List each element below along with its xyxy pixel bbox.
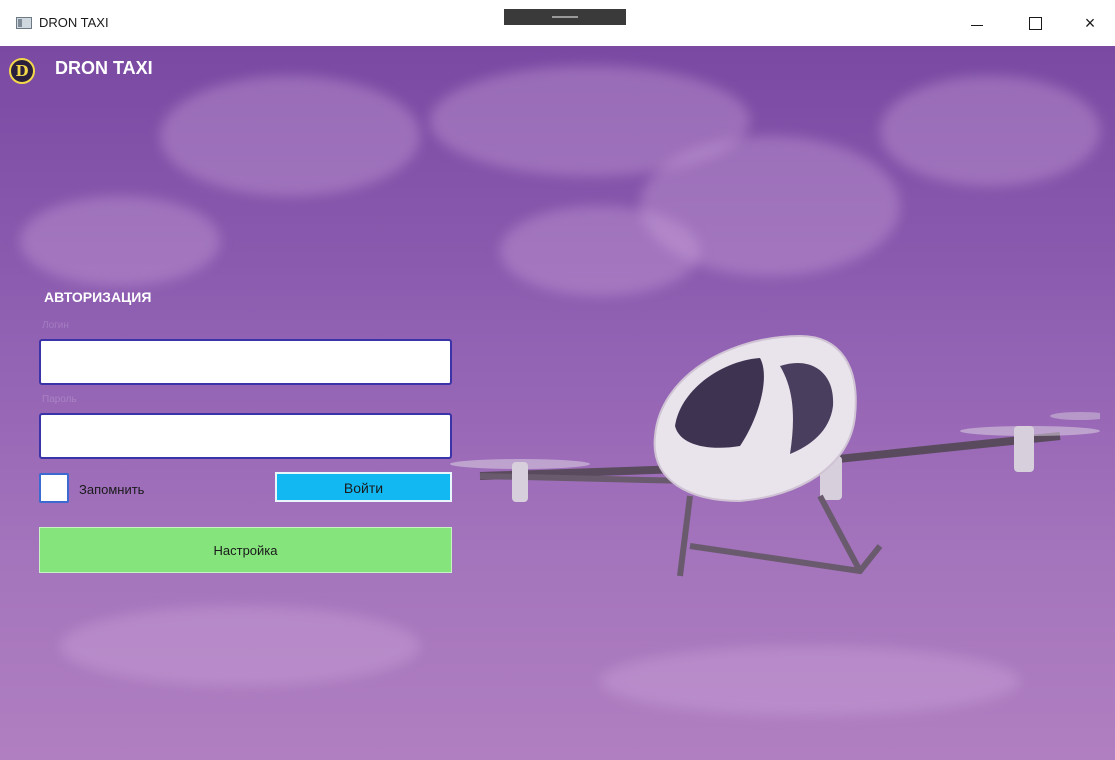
app-window: DRON TAXI × D DRON TAXI АВТОРИЗАЦИЯ Логи… bbox=[0, 0, 1115, 760]
cloud bbox=[160, 76, 420, 196]
close-icon: × bbox=[1084, 12, 1096, 33]
app-window-icon bbox=[16, 17, 32, 29]
password-input[interactable] bbox=[39, 413, 452, 459]
minimize-button[interactable] bbox=[954, 0, 1000, 46]
settings-button[interactable]: Настройка bbox=[39, 527, 452, 573]
maximize-icon bbox=[1028, 16, 1042, 30]
cloud bbox=[880, 76, 1100, 186]
drone-illustration bbox=[450, 334, 1100, 577]
maximize-button[interactable] bbox=[1012, 0, 1058, 46]
close-button[interactable]: × bbox=[1067, 0, 1113, 46]
main-content: D DRON TAXI АВТОРИЗАЦИЯ Логин Пароль Зап… bbox=[0, 46, 1115, 760]
password-label: Пароль bbox=[42, 394, 77, 405]
dron-taxi-logo-icon: D bbox=[9, 58, 35, 84]
drag-handle[interactable] bbox=[504, 9, 626, 25]
cloud bbox=[20, 196, 220, 286]
title-bar[interactable]: DRON TAXI × bbox=[0, 0, 1115, 47]
login-button[interactable]: Войти bbox=[275, 472, 452, 502]
window-title: DRON TAXI bbox=[39, 15, 109, 30]
auth-title: АВТОРИЗАЦИЯ bbox=[44, 289, 152, 305]
login-label: Логин bbox=[42, 320, 69, 331]
cloud bbox=[60, 606, 420, 686]
cloud bbox=[600, 646, 1020, 716]
remember-label[interactable]: Запомнить bbox=[79, 482, 144, 497]
login-input[interactable] bbox=[39, 339, 452, 385]
remember-checkbox[interactable] bbox=[39, 473, 69, 503]
cloud bbox=[500, 206, 700, 296]
app-name: DRON TAXI bbox=[55, 58, 153, 78]
minimize-icon bbox=[971, 24, 983, 26]
